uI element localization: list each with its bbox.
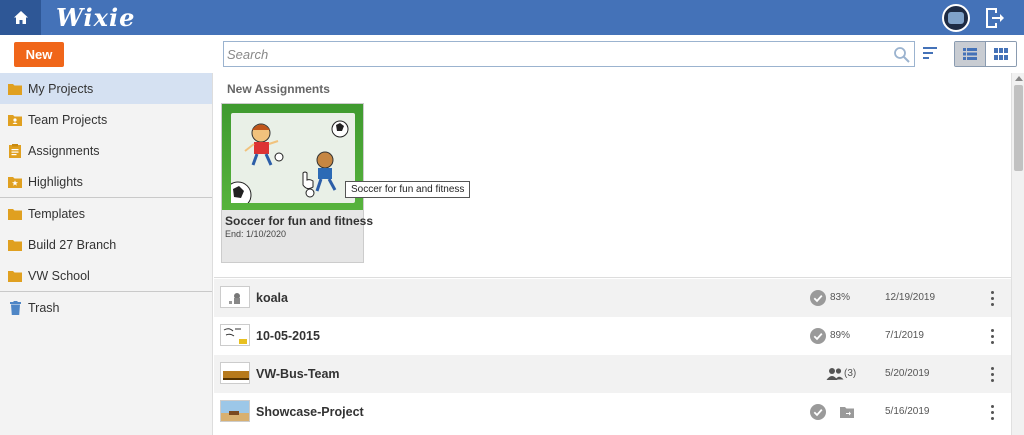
- main-content: New Assignments Soccer for fun and fitne…: [214, 73, 1011, 435]
- check-circle-icon: [810, 328, 826, 344]
- folder-icon: [8, 270, 22, 282]
- more-options-icon[interactable]: [986, 365, 998, 383]
- sidebar-item-label: Build 27 Branch: [28, 237, 117, 252]
- sidebar-item-assignments[interactable]: Assignments: [0, 135, 212, 166]
- grid-view-icon: [993, 48, 1008, 60]
- list-divider: [214, 277, 1011, 278]
- thumbnail-canvas: [224, 113, 355, 209]
- bus-thumbnail-image: [223, 371, 249, 380]
- section-title: New Assignments: [227, 82, 330, 96]
- sidebar-item-label: My Projects: [28, 81, 94, 96]
- folder-icon: [8, 239, 22, 251]
- home-icon: [13, 11, 28, 24]
- folder-icon: [8, 83, 22, 95]
- project-name: koala: [256, 291, 288, 305]
- home-button[interactable]: [0, 0, 41, 35]
- grid-view-button[interactable]: [985, 42, 1016, 66]
- project-date: 7/1/2019: [885, 330, 924, 341]
- view-toggle: [954, 41, 1017, 67]
- check-circle-icon: [810, 290, 826, 306]
- project-row[interactable]: 10-05-2015 89% 7/1/2019: [214, 317, 1011, 355]
- check-circle-icon: [810, 404, 826, 420]
- sidebar-item-trash[interactable]: Trash: [0, 292, 212, 323]
- project-score: 89%: [830, 330, 851, 341]
- project-score: 83%: [830, 292, 851, 303]
- sidebar-item-templates[interactable]: Templates: [0, 198, 212, 229]
- project-row[interactable]: Showcase-Project 5/16/2019: [214, 393, 1011, 431]
- showcase-thumbnail-image: [221, 401, 249, 421]
- assignment-title: Soccer for fun and fitness: [225, 214, 374, 228]
- scrollbar[interactable]: [1011, 73, 1024, 435]
- scroll-up-arrow-icon[interactable]: [1015, 76, 1023, 81]
- assignment-card[interactable]: Soccer for fun and fitness End: 1/10/202…: [221, 103, 373, 263]
- team-folder-icon: [8, 114, 22, 126]
- sidebar-item-build-27-branch[interactable]: Build 27 Branch: [0, 229, 212, 260]
- sketch-thumbnail-image: [223, 328, 247, 344]
- tooltip: Soccer for fun and fitness: [345, 181, 471, 198]
- sidebar-item-highlights[interactable]: Highlights: [0, 166, 212, 197]
- more-options-icon[interactable]: [986, 327, 998, 345]
- koala-thumbnail-image: [229, 293, 240, 304]
- project-thumbnail: [220, 286, 250, 308]
- project-row[interactable]: koala 83% 12/19/2019: [214, 279, 1011, 317]
- project-date: 12/19/2019: [885, 292, 936, 303]
- list-view-button[interactable]: [955, 42, 986, 66]
- project-name: VW-Bus-Team: [256, 367, 340, 381]
- app-header: Wixie: [0, 0, 1024, 35]
- assignment-thumbnail: [222, 104, 363, 210]
- sidebar: My Projects Team Projects Assignments Hi…: [0, 73, 213, 435]
- sidebar-item-label: Team Projects: [28, 112, 108, 127]
- sidebar-item-team-projects[interactable]: Team Projects: [0, 104, 212, 135]
- list-view-icon: [962, 48, 977, 60]
- app-logo[interactable]: Wixie: [56, 3, 135, 32]
- project-date: 5/16/2019: [885, 406, 930, 417]
- sidebar-item-label: Assignments: [28, 143, 100, 158]
- logout-icon[interactable]: [983, 6, 1005, 30]
- team-member-count: (3): [844, 368, 857, 379]
- sidebar-item-label: Highlights: [28, 174, 83, 189]
- avatar-image: [948, 12, 964, 24]
- folder-icon: [8, 208, 22, 220]
- search-icon[interactable]: [893, 46, 911, 64]
- project-thumbnail: [220, 324, 250, 346]
- soccer-illustration: [224, 120, 349, 209]
- group-icon: [826, 368, 844, 380]
- scroll-thumb[interactable]: [1014, 85, 1023, 171]
- search-box: [223, 41, 915, 67]
- new-button[interactable]: New: [14, 42, 64, 67]
- star-folder-icon: [8, 176, 22, 188]
- project-row[interactable]: VW-Bus-Team (3) 5/20/2019: [214, 355, 1011, 393]
- more-options-icon[interactable]: [986, 289, 998, 307]
- search-input[interactable]: [227, 45, 887, 63]
- project-thumbnail: [220, 362, 250, 384]
- sidebar-item-label: VW School: [28, 268, 90, 283]
- sidebar-item-label: Templates: [28, 206, 85, 221]
- assignment-end-date: End: 1/10/2020: [225, 229, 287, 239]
- sidebar-item-my-projects[interactable]: My Projects: [0, 73, 212, 104]
- project-name: 10-05-2015: [256, 329, 320, 343]
- sidebar-item-label: Trash: [28, 300, 60, 315]
- project-thumbnail: [220, 400, 250, 422]
- shared-folder-icon: [840, 407, 854, 418]
- project-date: 5/20/2019: [885, 368, 930, 379]
- clipboard-icon: [9, 143, 21, 158]
- sidebar-item-vw-school[interactable]: VW School: [0, 260, 212, 291]
- project-name: Showcase-Project: [256, 405, 364, 419]
- sort-icon[interactable]: [921, 44, 941, 62]
- trash-icon: [9, 300, 21, 315]
- user-avatar[interactable]: [942, 4, 970, 32]
- more-options-icon[interactable]: [986, 403, 998, 421]
